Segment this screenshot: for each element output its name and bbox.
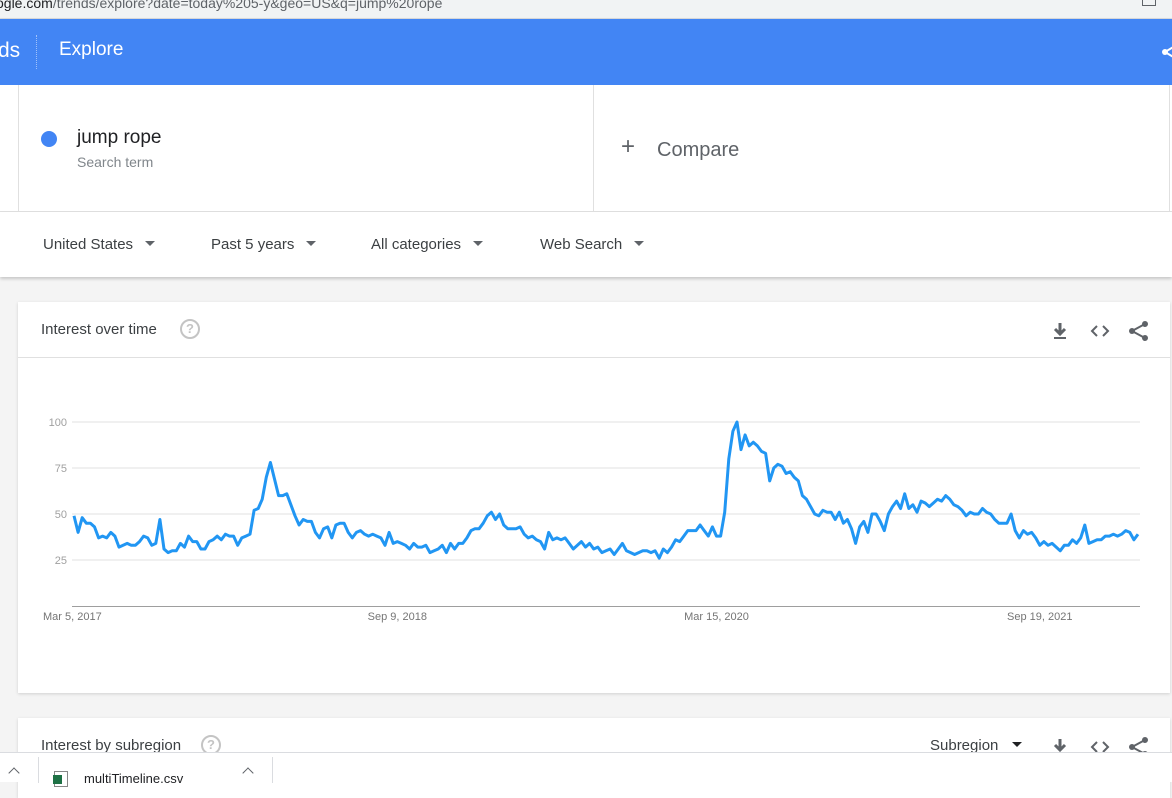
downloads-bar: multiTimeline.csv — [0, 752, 1172, 787]
separator — [272, 757, 273, 783]
excel-file-icon — [53, 771, 68, 787]
x-tick-label: Sep 9, 2018 — [368, 611, 427, 623]
y-tick-label: 75 — [55, 463, 67, 475]
y-tick-label: 25 — [55, 555, 67, 567]
download-file-name[interactable]: multiTimeline.csv — [84, 771, 183, 786]
chart-svg[interactable]: 25 50 75 100 Mar 5, 2017 Sep 9, 2018 Mar 15, 2… — [0, 0, 1172, 782]
x-tick-label: Sep 19, 2021 — [1007, 611, 1072, 623]
y-tick-label: 50 — [55, 509, 67, 521]
series-line-jump-rope[interactable] — [72, 420, 1140, 560]
caret-down-icon — [1012, 741, 1023, 747]
chevron-up-icon[interactable] — [8, 767, 20, 779]
x-tick-label: Mar 15, 2020 — [684, 611, 749, 623]
y-tick-label: 100 — [49, 417, 67, 429]
x-tick-label: Mar 5, 2017 — [43, 611, 102, 623]
separator — [38, 757, 39, 783]
chevron-up-icon[interactable] — [242, 767, 254, 779]
